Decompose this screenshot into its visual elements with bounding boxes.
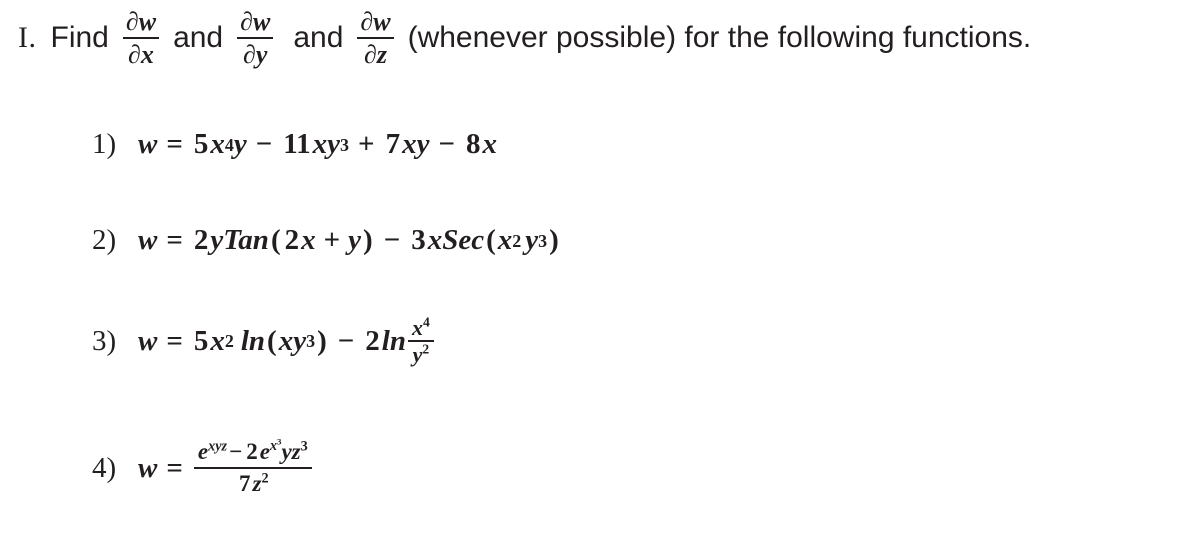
term1-variable: x — [210, 324, 225, 357]
fraction-numerator: x4 — [408, 314, 434, 340]
problem-number: 2) — [92, 224, 117, 256]
numerator-base: x — [411, 315, 423, 340]
arg-operator: + — [323, 224, 341, 256]
term4-coefficient: 8 — [465, 128, 481, 160]
fraction-bar — [122, 37, 160, 40]
section-numeral: I. — [18, 21, 37, 55]
term1-variable: y — [210, 224, 224, 256]
partial-denominator: ∂x — [128, 40, 154, 70]
partial-derivative-dw-dy: ∂w ∂y — [237, 7, 274, 70]
term1-function: Tan — [223, 224, 269, 256]
term1-function: ln — [240, 324, 266, 357]
term3-coefficient: 7 — [385, 128, 401, 160]
problem-number: 3) — [92, 324, 117, 357]
exp-superscript-1: xyz — [208, 438, 228, 455]
problem-number: 1) — [92, 128, 117, 160]
partial-denominator: ∂y — [243, 40, 268, 70]
exp-superscript-2: x3 — [269, 437, 282, 455]
denominator-exponent: 2 — [422, 341, 430, 357]
partial-derivative-dw-dx: ∂w ∂x — [122, 7, 160, 70]
fraction-denominator: y2 — [409, 341, 434, 368]
term3-variable: xy — [402, 128, 430, 160]
term1-variable2: y — [233, 128, 247, 160]
numerator-operator: − — [229, 439, 243, 464]
equals-sign: = — [166, 128, 183, 160]
term1-coefficient: 2 — [193, 224, 209, 256]
expression-fraction: exyz− 2ex3yz3 7z2 — [193, 437, 312, 497]
numerator-tail: yz — [281, 439, 301, 464]
paren-close: ) — [363, 224, 373, 256]
partial-numerator: ∂w — [360, 7, 391, 36]
operator-3: − — [438, 128, 455, 160]
term2-coefficient: 11 — [283, 128, 311, 160]
problem-1-expression: w = 5x4y − 11 xy 3 + 7 xy − 8x — [138, 128, 497, 160]
numerator-exponent: 4 — [422, 314, 430, 330]
fraction-denominator: 7z2 — [233, 470, 273, 497]
term1-coefficient: 5 — [193, 324, 209, 357]
lhs-variable: w — [138, 224, 158, 256]
equals-sign: = — [166, 451, 183, 484]
instruction-tail: (whenever possible) for the following fu… — [407, 21, 1032, 55]
numerator-coefficient: 2 — [246, 439, 258, 464]
term2-coefficient: 2 — [365, 324, 380, 357]
operator-1: − — [383, 224, 401, 256]
numerator-tail-exponent: 3 — [300, 438, 308, 455]
term2-variable: xy — [312, 128, 341, 160]
exp-base-2: e — [259, 439, 270, 464]
exp-base-1: e — [197, 439, 209, 464]
paren-open: ( — [486, 224, 496, 256]
operator-1: − — [337, 324, 355, 357]
conjunction-2: and — [293, 21, 344, 55]
term2-coefficient: 3 — [411, 224, 426, 256]
fraction-bar — [357, 37, 394, 40]
operator-1: − — [255, 128, 273, 160]
lhs-variable: w — [138, 128, 158, 160]
paren-open: ( — [267, 324, 277, 357]
paren-open: ( — [270, 224, 281, 256]
partial-denominator: ∂z — [364, 40, 387, 70]
instruction-verb: Find — [50, 21, 109, 55]
term1-coefficient: 5 — [193, 128, 209, 160]
fraction-numerator: exyz− 2ex3yz3 — [194, 437, 312, 464]
operator-2: + — [358, 128, 375, 160]
exp-superscript-2-base: x — [269, 438, 278, 455]
problem-number: 4) — [92, 451, 117, 484]
problem-2: 2) w = 2 y Tan(2 x + y) − 3 x Sec(x 2 y 3) — [92, 224, 561, 257]
partial-derivative-dw-dz: ∂w ∂z — [357, 7, 394, 70]
lhs-variable: w — [138, 324, 158, 357]
equals-sign: = — [166, 224, 183, 256]
problem-3: 3) w = 5x2 ln(xy 3) − 2 ln x4 y2 — [92, 314, 436, 368]
denominator-base: y — [412, 342, 423, 368]
lhs-variable: w — [138, 451, 158, 484]
instruction-line: I. Find ∂w ∂x and ∂w ∂y and ∂w ∂z (whene… — [18, 8, 1031, 68]
arg-variable-2: y — [348, 224, 362, 256]
term4-variable: x — [482, 128, 497, 160]
partial-numerator: ∂w — [125, 7, 157, 36]
arg2-variable-b: y — [525, 224, 539, 256]
fraction-bar — [193, 467, 312, 470]
problem-1: 1) w = 5x4y − 11 xy 3 + 7 xy − 8x — [92, 128, 497, 161]
problem-3-expression: w = 5x2 ln(xy 3) − 2 ln x4 y2 — [138, 314, 436, 368]
paren-close: ) — [317, 324, 327, 357]
term2-function: ln — [381, 324, 406, 357]
arg-coefficient: 2 — [284, 224, 300, 256]
fraction-bar — [237, 37, 274, 40]
term2-function: Sec — [442, 224, 485, 256]
conjunction-1: and — [173, 21, 224, 55]
problem-2-expression: w = 2 y Tan(2 x + y) − 3 x Sec(x 2 y 3) — [138, 224, 559, 256]
arg-variables: xy — [278, 324, 307, 357]
problem-4: 4) w = exyz− 2ex3yz3 7z2 — [92, 437, 314, 497]
equals-sign: = — [166, 324, 183, 357]
term1-variable: x — [210, 128, 225, 160]
denominator-coefficient: 7 — [239, 471, 251, 497]
partial-numerator: ∂w — [240, 7, 271, 36]
arg2-variable-a: x — [497, 224, 513, 256]
worksheet-page: I. Find ∂w ∂x and ∂w ∂y and ∂w ∂z (whene… — [0, 0, 1184, 536]
paren-close: ) — [549, 224, 559, 256]
log-argument-fraction: x4 y2 — [407, 314, 434, 368]
term2-variable: x — [427, 224, 443, 256]
arg-variable: x — [301, 224, 316, 256]
denominator-exponent: 2 — [261, 470, 269, 487]
problem-4-expression: w = exyz− 2ex3yz3 7z2 — [138, 437, 314, 497]
